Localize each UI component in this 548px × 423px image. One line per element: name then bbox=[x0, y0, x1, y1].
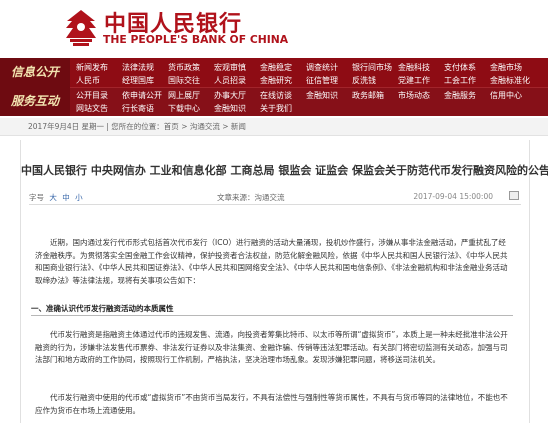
nav-link[interactable]: 金融市场 bbox=[490, 61, 522, 75]
nav-link[interactable]: 征信管理 bbox=[306, 74, 338, 88]
article-panel: 中国人民银行 中央网信办 工业和信息化部 工商总局 银监会 证监会 保监会关于防… bbox=[20, 140, 548, 423]
nav-link[interactable]: 金融稳定 bbox=[260, 61, 292, 75]
nav-link[interactable]: 国际交往 bbox=[168, 74, 200, 88]
nav-link[interactable]: 在线访谈 bbox=[260, 89, 292, 103]
article-paragraph-3: 代币发行融资中使用的代币或“虚拟货币”不由货币当局发行，不具有法偿性与强制性等货… bbox=[35, 393, 508, 415]
nav-link[interactable]: 人员招录 bbox=[214, 74, 246, 88]
nav-link[interactable]: 金融研究 bbox=[260, 74, 292, 88]
pboc-emblem-icon bbox=[66, 10, 96, 46]
nav-link[interactable]: 法律法规 bbox=[122, 61, 154, 75]
nav-link[interactable]: 下载中心 bbox=[168, 102, 200, 116]
logo-english-text: THE PEOPLE'S BANK OF CHINA bbox=[103, 33, 289, 46]
nav-link[interactable]: 货币政策 bbox=[168, 61, 200, 75]
nav-tag-service-interaction: 服务互动 bbox=[0, 87, 70, 116]
nav-link[interactable]: 金融知识 bbox=[214, 102, 246, 116]
nav-link[interactable]: 关于我们 bbox=[260, 102, 292, 116]
article-source: 文章来源：沟通交流 bbox=[217, 193, 285, 202]
nav-link[interactable]: 行长寄语 bbox=[122, 102, 154, 116]
nav-link[interactable]: 人民币 bbox=[76, 74, 100, 88]
article-title: 中国人民银行 中央网信办 工业和信息化部 工商总局 银监会 证监会 保监会关于防… bbox=[21, 164, 548, 177]
site-header: 中国人民银行 THE PEOPLE'S BANK OF CHINA bbox=[0, 0, 548, 58]
font-size-large[interactable]: 大 bbox=[49, 193, 57, 202]
nav-links: 新闻发布 法律法规 货币政策 宏观审慎 金融稳定 调查统计 银行间市场 金融科技 支付体系 金融市… bbox=[72, 58, 548, 116]
print-icon[interactable] bbox=[509, 191, 519, 200]
nav-link[interactable]: 反洗钱 bbox=[352, 74, 376, 88]
breadcrumb: 2017年9月4日 星期一 | 您所在的位置：首页 > 沟通交流 > 新闻 bbox=[0, 118, 548, 136]
section-divider bbox=[31, 315, 513, 316]
nav-link[interactable]: 经理国库 bbox=[122, 74, 154, 88]
nav-link[interactable]: 党建工作 bbox=[398, 74, 430, 88]
article-meta: 字号 大 中 小 文章来源：沟通交流 2017-09-04 15:00:00 bbox=[29, 191, 521, 204]
nav-link[interactable]: 宏观审慎 bbox=[214, 61, 246, 75]
article-paragraph-2: 代币发行融资是指融资主体通过代币的违规发售、流通，向投资者筹集比特币、以太币等所… bbox=[35, 330, 508, 364]
breadcrumb-text: 2017年9月4日 星期一 | 您所在的位置：首页 > 沟通交流 > 新闻 bbox=[28, 122, 246, 131]
nav-link[interactable]: 金融科技 bbox=[398, 61, 430, 75]
font-size-medium[interactable]: 中 bbox=[62, 193, 70, 202]
nav-link[interactable]: 金融标准化 bbox=[490, 74, 530, 88]
nav-link[interactable]: 支付体系 bbox=[444, 61, 476, 75]
nav-link[interactable]: 办事大厅 bbox=[214, 89, 246, 103]
main-navigation: 信息公开 服务互动 新闻发布 法律法规 货币政策 宏观审慎 金融稳定 调查统计 银行间市场金… bbox=[0, 58, 548, 116]
font-size-small[interactable]: 小 bbox=[75, 193, 83, 202]
nav-link[interactable]: 调查统计 bbox=[306, 61, 338, 75]
nav-link[interactable]: 网站文告 bbox=[76, 102, 108, 116]
nav-link[interactable]: 信用中心 bbox=[490, 89, 522, 103]
nav-link[interactable]: 新闻发布 bbox=[76, 61, 108, 75]
font-size-label: 字号 bbox=[29, 193, 44, 202]
nav-tag-info-disclosure: 信息公开 bbox=[0, 58, 70, 87]
nav-link[interactable]: 政务邮箱 bbox=[352, 89, 384, 103]
nav-link[interactable]: 市场动态 bbox=[398, 89, 430, 103]
nav-link[interactable]: 公开目录 bbox=[76, 89, 108, 103]
nav-link[interactable]: 金融服务 bbox=[444, 89, 476, 103]
nav-link[interactable]: 网上展厅 bbox=[168, 89, 200, 103]
font-size-switcher: 字号 大 中 小 bbox=[29, 192, 83, 203]
article-date: 2017-09-04 15:00:00 bbox=[413, 192, 493, 201]
nav-link[interactable]: 银行间市场 bbox=[352, 61, 392, 75]
nav-link[interactable]: 金融知识 bbox=[306, 89, 338, 103]
nav-link[interactable]: 工会工作 bbox=[444, 74, 476, 88]
nav-link[interactable]: 依申请公开 bbox=[122, 89, 162, 103]
meta-divider bbox=[29, 204, 521, 205]
section-heading-1: 一、准确认识代币发行融资活动的本质属性 bbox=[31, 304, 174, 313]
article-paragraph-1: 近期，国内通过发行代币形式包括首次代币发行（ICO）进行融资的活动大量涌现，投机… bbox=[35, 238, 508, 285]
